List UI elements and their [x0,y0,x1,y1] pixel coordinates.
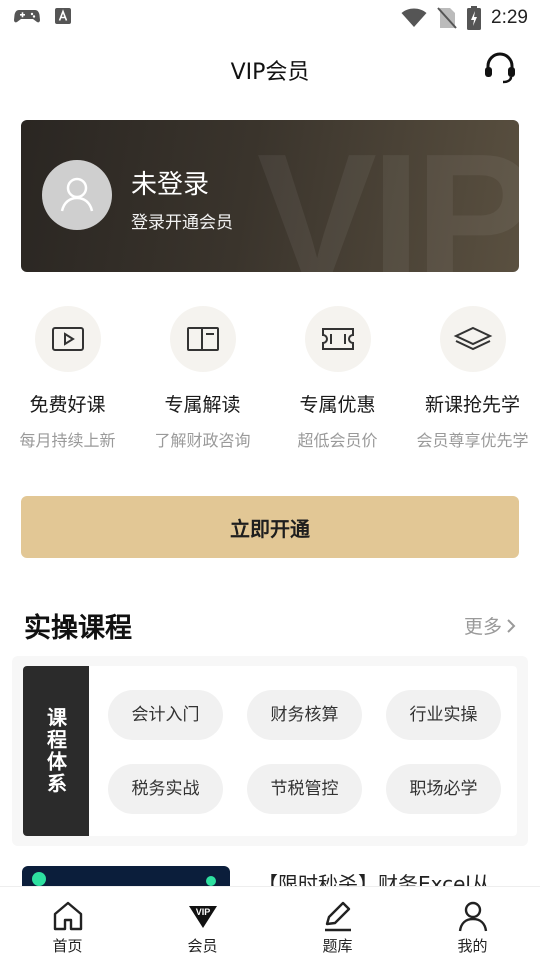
benefit-title: 专属解读 [164,394,241,416]
vip-badge-text: VIP [195,907,210,917]
more-label: 更多 [463,616,502,638]
chip-industry-practice[interactable]: 行业实操 [386,690,501,740]
tab-label: 会员 [187,937,218,955]
benefit-icon-wrap [34,306,101,372]
benefit-subtitle: 会员尊享优先学 [416,431,529,450]
gamepad-icon [14,10,40,23]
chip-workplace-essentials[interactable]: 职场必学 [386,764,501,814]
benefits-row: 免费好课 每月持续上新 专属解读 了解财政咨询 专属优惠 超低会员价 新课抢先学… [0,306,540,456]
book-icon [186,327,219,351]
chip-tax-saving[interactable]: 节税管控 [247,764,362,814]
bottom-tab-bar: 首页 VIP 会员 题库 我的 [0,886,540,961]
benefit-icon-wrap [439,306,506,372]
more-link[interactable]: 更多 [464,612,516,639]
tab-question-bank[interactable]: 题库 [270,899,405,956]
login-prompt[interactable]: 登录开通会员 [131,208,233,233]
tab-label: 我的 [457,937,488,955]
decor-dot [32,872,46,886]
battery-charging-icon [467,6,482,30]
avatar[interactable] [42,160,112,230]
benefit-exclusive-discount[interactable]: 专属优惠 超低会员价 [270,306,405,451]
member-banner[interactable]: VIP 未登录 登录开通会员 [21,120,519,272]
chip-tax-practice[interactable]: 税务实战 [108,764,223,814]
home-icon [53,901,82,931]
open-membership-button[interactable]: 立即开通 [21,496,519,558]
benefit-icon-wrap [304,306,371,372]
benefit-title: 免费好课 [29,394,106,416]
course-system-label: 课程体系 [23,666,89,836]
benefit-subtitle: 每月持续上新 [19,431,116,450]
tab-label: 首页 [52,937,83,955]
course-system-label-text: 课程体系 [43,707,68,795]
tab-home[interactable]: 首页 [0,899,135,956]
vip-diamond-icon: VIP [188,906,217,928]
wifi-icon [401,8,427,27]
decor-dot [206,876,216,886]
tab-member[interactable]: VIP 会员 [135,899,270,956]
benefit-early-access[interactable]: 新课抢先学 会员尊享优先学 [405,306,540,451]
chip-financial-accounting[interactable]: 财务核算 [247,690,362,740]
chevron-right-icon [507,618,516,633]
benefit-subtitle: 了解财政咨询 [154,431,251,450]
user-placeholder-icon [60,177,94,212]
person-icon [458,901,487,932]
pencil-icon [324,901,351,932]
vip-watermark: VIP [256,120,519,272]
benefit-title: 新课抢先学 [424,394,520,416]
benefit-icon-wrap [169,306,236,372]
status-bar: 2:29 [0,0,540,36]
font-a-icon [55,8,71,24]
benefit-subtitle: 超低会员价 [297,431,378,450]
tab-mine[interactable]: 我的 [405,899,540,956]
course-system-inner: 课程体系 会计入门 财务核算 行业实操 税务实战 节税管控 职场必学 [23,666,517,836]
page-title: VIP会员 [230,60,310,85]
benefit-free-courses[interactable]: 免费好课 每月持续上新 [0,306,135,451]
layers-icon [453,326,492,351]
play-video-icon [51,327,84,351]
tab-label: 题库 [322,937,353,955]
benefit-exclusive-interpretation[interactable]: 专属解读 了解财政咨询 [135,306,270,451]
clock: 2:29 [491,7,528,28]
benefit-title: 专属优惠 [299,394,376,416]
top-bar: VIP会员 [0,40,540,96]
login-status[interactable]: 未登录 [131,164,209,201]
ticket-icon [321,328,354,350]
chip-accounting-intro[interactable]: 会计入门 [108,690,223,740]
section-title: 实操课程 [24,613,132,644]
no-sim-icon [437,7,457,29]
customer-service-icon[interactable] [482,50,518,86]
course-system-card: 课程体系 会计入门 财务核算 行业实操 税务实战 节税管控 职场必学 [12,656,528,846]
